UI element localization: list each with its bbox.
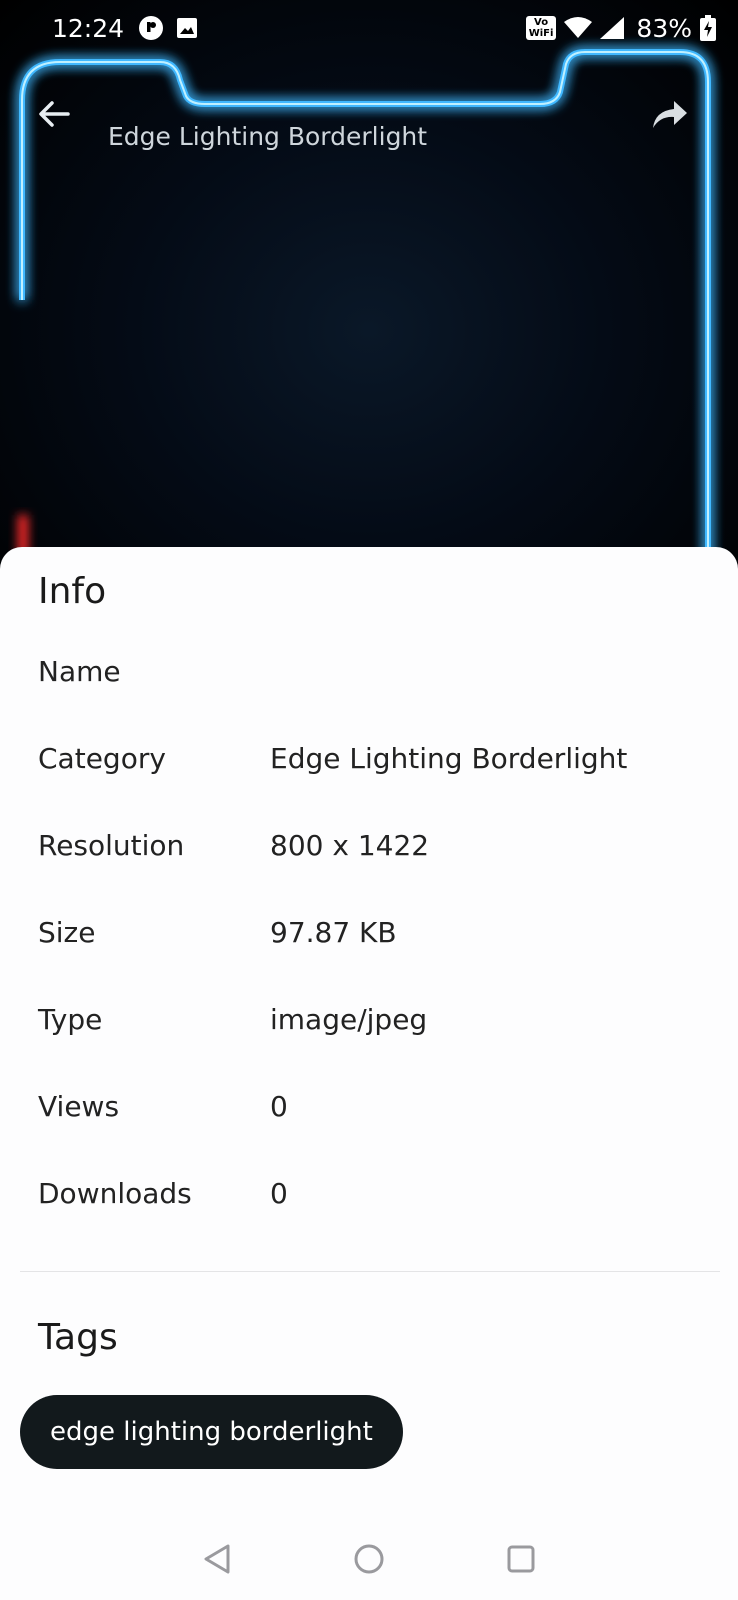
vowifi-top-text: Vo bbox=[534, 17, 549, 28]
info-heading: Info bbox=[38, 571, 107, 612]
share-button[interactable] bbox=[648, 92, 692, 136]
share-icon bbox=[653, 101, 687, 128]
info-value: Edge Lighting Borderlight bbox=[270, 742, 628, 775]
status-bar: 12:24 Vo WiFi 83% bbox=[0, 0, 738, 56]
info-label: Name bbox=[38, 655, 121, 688]
info-label: Category bbox=[38, 742, 166, 775]
image-notification-icon bbox=[176, 17, 198, 39]
info-label: Type bbox=[38, 1003, 103, 1036]
info-row-size: Size 97.87 KB bbox=[38, 916, 718, 956]
tag-chip[interactable]: edge lighting borderlight bbox=[20, 1395, 403, 1469]
info-row-category: Category Edge Lighting Borderlight bbox=[38, 742, 718, 782]
page-title: Edge Lighting Borderlight bbox=[108, 122, 428, 151]
tags-heading: Tags bbox=[38, 1317, 118, 1358]
battery-percent: 83% bbox=[636, 13, 692, 43]
info-sheet: Info Name Category Edge Lighting Borderl… bbox=[0, 547, 738, 1600]
info-row-name: Name bbox=[38, 655, 718, 695]
info-row-views: Views 0 bbox=[38, 1090, 718, 1130]
square-recents-icon bbox=[507, 1545, 535, 1573]
info-value: 800 x 1422 bbox=[270, 829, 430, 862]
nav-recents-button[interactable] bbox=[499, 1537, 543, 1581]
arrow-left-icon bbox=[39, 101, 70, 127]
info-row-resolution: Resolution 800 x 1422 bbox=[38, 829, 718, 869]
battery-charging-icon bbox=[700, 15, 716, 41]
info-label: Resolution bbox=[38, 829, 185, 862]
wifi-icon bbox=[564, 17, 593, 39]
info-value: 0 bbox=[270, 1177, 288, 1210]
nav-home-button[interactable] bbox=[347, 1537, 391, 1581]
status-time: 12:24 bbox=[52, 13, 125, 43]
section-divider bbox=[20, 1271, 720, 1272]
vowifi-bottom-text: WiFi bbox=[528, 28, 554, 39]
info-value: 0 bbox=[270, 1090, 288, 1123]
app-notification-icon bbox=[138, 15, 164, 41]
status-right: Vo WiFi 83% bbox=[525, 13, 716, 43]
info-value: 97.87 KB bbox=[270, 916, 397, 949]
circle-home-icon bbox=[354, 1544, 384, 1574]
nav-back-button[interactable] bbox=[195, 1537, 239, 1581]
info-label: Views bbox=[38, 1090, 120, 1123]
info-row-type: Type image/jpeg bbox=[38, 1003, 718, 1043]
info-value: image/jpeg bbox=[270, 1003, 428, 1036]
vowifi-icon: Vo WiFi bbox=[525, 16, 557, 40]
info-label: Size bbox=[38, 916, 96, 949]
system-nav-bar bbox=[0, 1518, 738, 1600]
info-row-downloads: Downloads 0 bbox=[38, 1177, 718, 1217]
back-button[interactable] bbox=[32, 92, 76, 136]
app-bar: Edge Lighting Borderlight bbox=[0, 80, 738, 180]
signal-icon bbox=[600, 17, 625, 39]
info-label: Downloads bbox=[38, 1177, 192, 1210]
triangle-back-icon bbox=[204, 1544, 230, 1574]
